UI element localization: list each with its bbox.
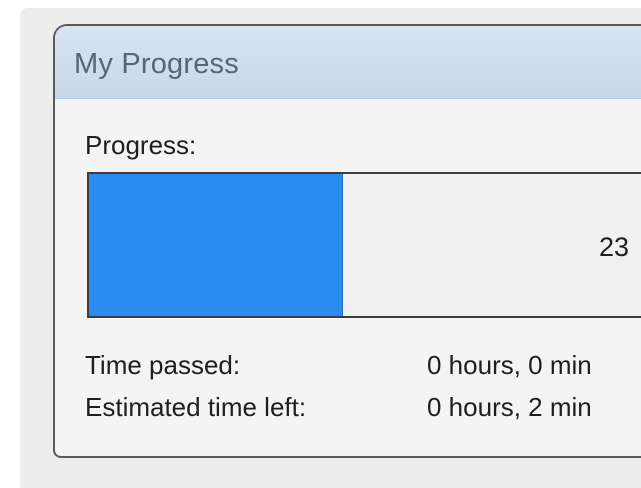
time-left-label: Estimated time left: (85, 392, 307, 422)
progress-bar: 23 (87, 172, 641, 318)
progress-percent: 23 (599, 232, 630, 262)
progress-label: Progress: (85, 130, 197, 160)
progress-dialog: My Progress Progress: 23 Time passed: 0 … (53, 24, 641, 458)
progress-bar-fill (89, 174, 343, 316)
window-title: My Progress (74, 48, 239, 80)
time-passed-value: 0 hours, 0 min (427, 350, 592, 380)
time-passed-label: Time passed: (85, 350, 241, 380)
title-bar[interactable]: My Progress (55, 26, 641, 99)
time-left-value: 0 hours, 2 min (427, 392, 592, 422)
desktop-background: My Progress Progress: 23 Time passed: 0 … (0, 0, 641, 488)
